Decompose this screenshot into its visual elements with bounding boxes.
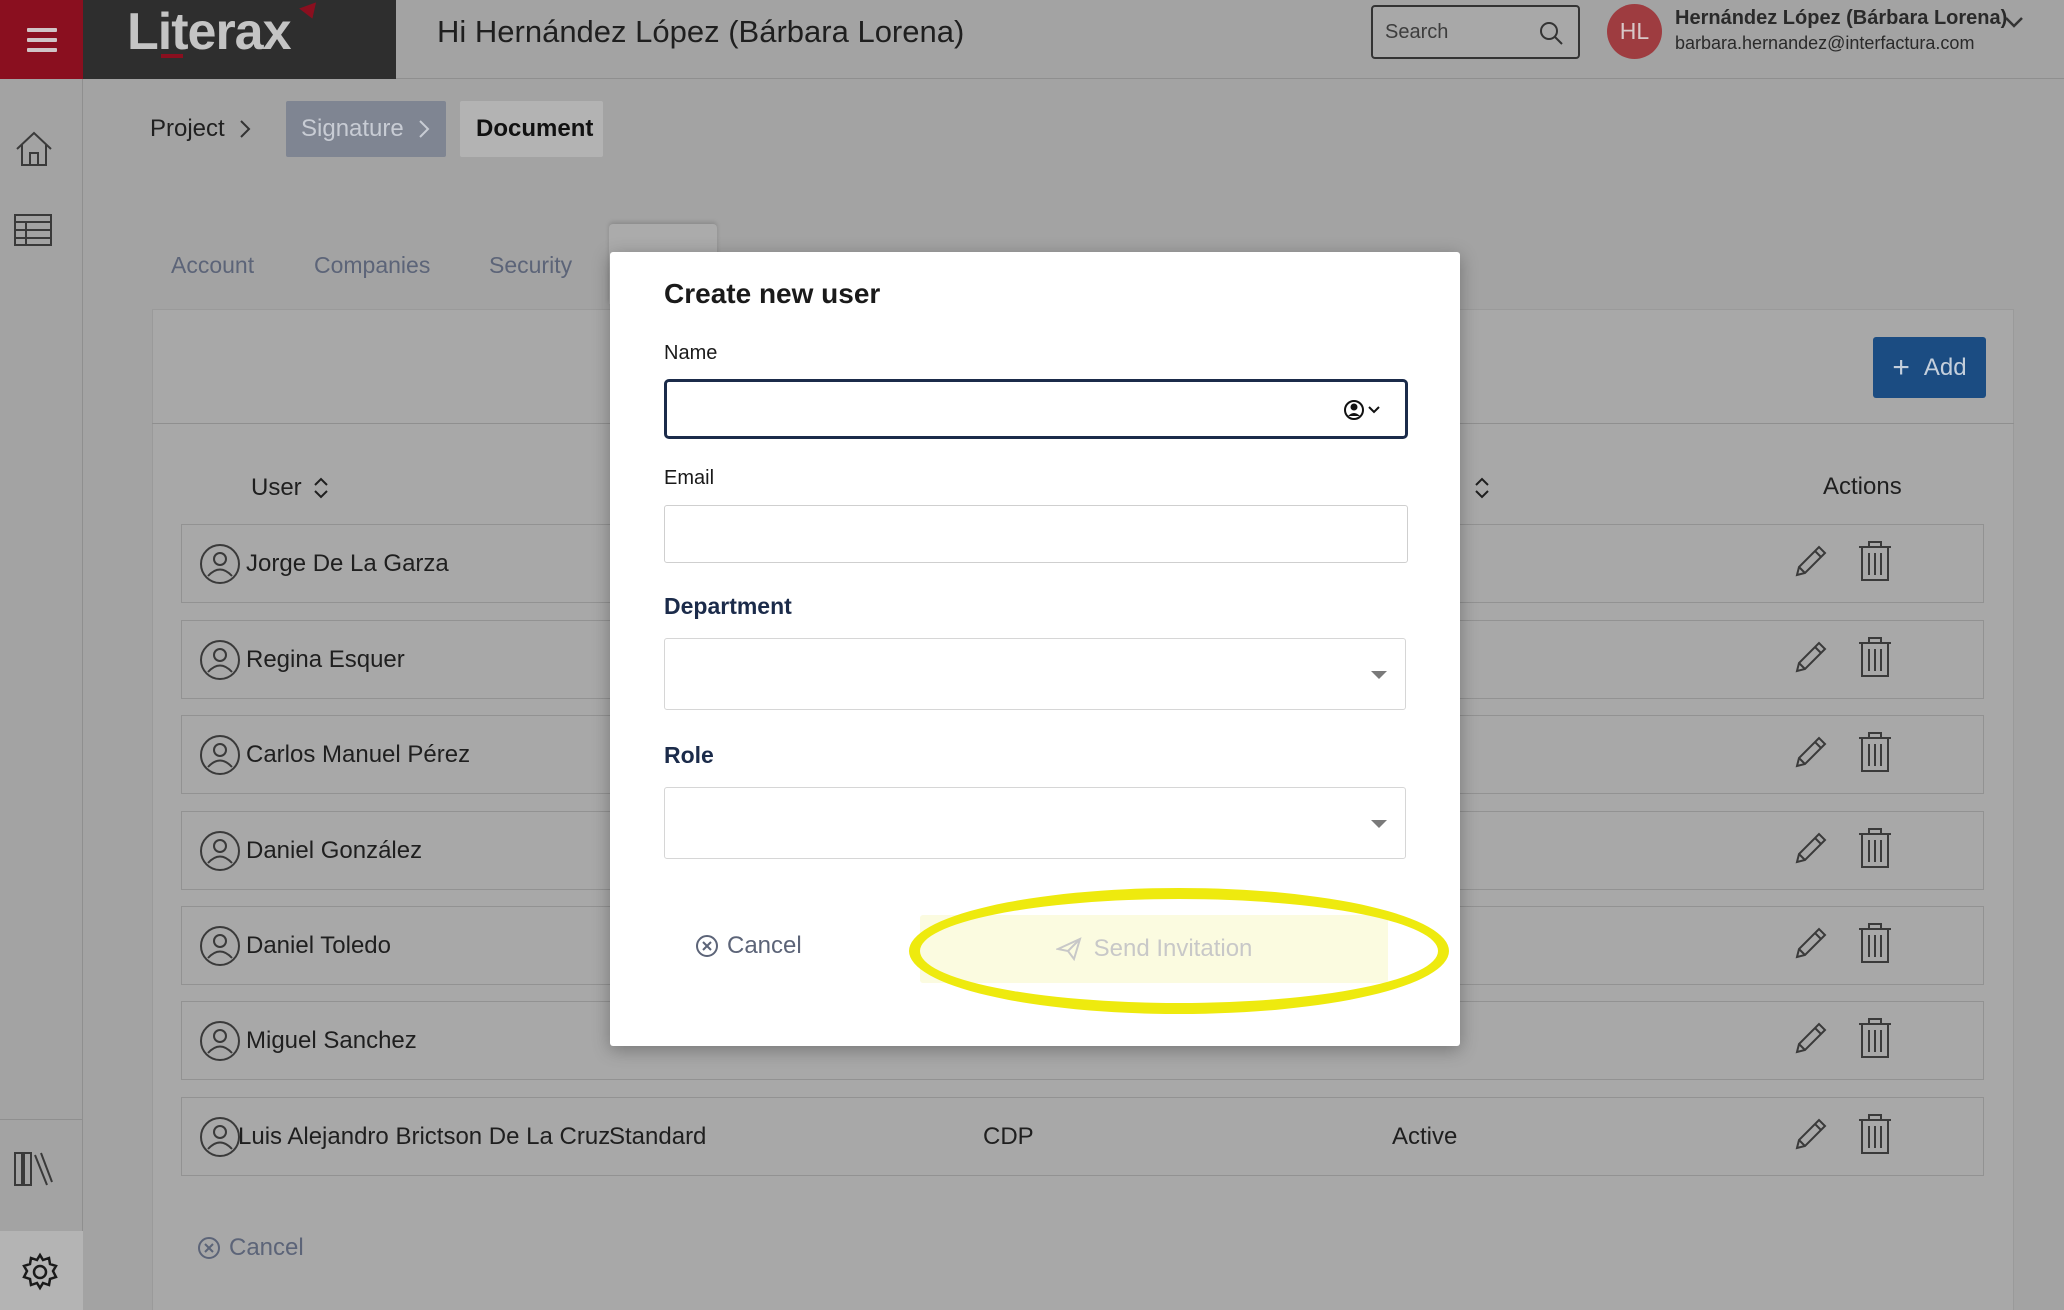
search-icon[interactable] — [1538, 20, 1564, 46]
department-label: Department — [664, 593, 792, 619]
sort-icon — [313, 477, 328, 499]
user-avatar-icon — [200, 1021, 240, 1061]
create-user-modal: Create new user Name Email Department Ro… — [610, 252, 1460, 1046]
sidebar-divider — [0, 1119, 83, 1120]
breadcrumb-document-label: Document — [476, 115, 594, 142]
pencil-icon[interactable] — [1789, 1016, 1833, 1060]
chevron-down-icon[interactable] — [2003, 14, 2025, 30]
paper-plane-icon — [1055, 937, 1082, 961]
breadcrumb-signature-label: Signature — [301, 115, 404, 142]
breadcrumb-project[interactable]: Project — [150, 101, 251, 157]
breadcrumb-signature[interactable]: Signature — [286, 101, 446, 157]
breadcrumb-project-label: Project — [150, 115, 225, 142]
tab-account[interactable]: Account — [171, 252, 254, 279]
breadcrumb-document[interactable]: Document — [460, 101, 603, 157]
send-invitation-button[interactable]: Send Invitation — [920, 915, 1388, 983]
caret-down-icon — [1371, 671, 1387, 679]
caret-down-icon — [1371, 820, 1387, 828]
column-header-user[interactable]: User — [251, 473, 330, 503]
chevron-right-icon — [239, 120, 251, 138]
pencil-icon[interactable] — [1789, 539, 1833, 583]
row-user-name: Carlos Manuel Pérez — [246, 741, 471, 768]
avatar[interactable]: HL — [1607, 4, 1662, 59]
sidebar-item-settings[interactable] — [0, 1231, 83, 1310]
tab-companies[interactable]: Companies — [314, 252, 430, 279]
gear-icon — [22, 1252, 58, 1291]
user-avatar-icon — [200, 544, 240, 584]
pencil-icon[interactable] — [1789, 635, 1833, 679]
email-field[interactable] — [664, 505, 1408, 563]
row-user-name: Daniel González — [246, 837, 423, 864]
user-email: barbara.hernandez@interfactura.com — [1675, 33, 1975, 53]
add-user-button[interactable]: + Add — [1873, 337, 1986, 398]
row-department: CDP — [983, 1123, 1034, 1150]
row-user-name: Regina Esquer — [246, 646, 405, 673]
name-label: Name — [664, 342, 718, 364]
logo[interactable]: Literax — [83, 0, 396, 79]
row-role: Standard — [609, 1123, 707, 1150]
hamburger-icon — [26, 25, 57, 55]
role-select[interactable] — [664, 787, 1406, 859]
sidebar — [0, 79, 83, 1310]
email-label: Email — [664, 467, 715, 489]
tab-security[interactable]: Security — [489, 252, 572, 279]
cancel-button-label: Cancel — [229, 1234, 304, 1261]
user-avatar-icon — [200, 640, 240, 680]
logo-mark-icon — [299, 2, 321, 22]
cancel-circle-icon — [696, 935, 718, 957]
trash-icon[interactable] — [1856, 730, 1894, 774]
send-invitation-label: Send Invitation — [1093, 935, 1253, 962]
table-row[interactable]: Luis Alejandro Brictson De La Cruz Standa… — [181, 1097, 1984, 1176]
trash-icon[interactable] — [1856, 635, 1894, 679]
email-input[interactable] — [665, 506, 1407, 562]
user-avatar-icon — [200, 831, 240, 871]
trash-icon[interactable] — [1856, 826, 1894, 870]
trash-icon[interactable] — [1856, 921, 1894, 965]
row-user-name: Miguel Sanchez — [246, 1027, 417, 1054]
menu-button[interactable] — [0, 0, 83, 79]
column-header-actions: Actions — [1823, 473, 1902, 501]
plus-icon: + — [1892, 350, 1910, 384]
role-label: Role — [664, 742, 714, 768]
trash-icon[interactable] — [1856, 539, 1894, 583]
row-user-name: Luis Alejandro Brictson De La Cruz — [238, 1123, 611, 1150]
name-field[interactable] — [664, 379, 1408, 439]
modal-cancel-button[interactable]: Cancel — [695, 932, 802, 960]
user-avatar-icon — [200, 926, 240, 966]
row-user-name: Jorge De La Garza — [246, 550, 449, 577]
chevron-right-icon — [419, 120, 430, 138]
user-avatar-icon — [200, 1117, 240, 1157]
pencil-icon[interactable] — [1789, 826, 1833, 870]
home-icon[interactable] — [12, 127, 56, 171]
column-header-actions-label: Actions — [1823, 473, 1902, 500]
row-user-name: Daniel Toledo — [246, 932, 391, 959]
column-header-user-label: User — [251, 474, 302, 501]
department-select[interactable] — [664, 638, 1406, 710]
pencil-icon[interactable] — [1789, 921, 1833, 965]
pencil-icon[interactable] — [1789, 730, 1833, 774]
search-box[interactable] — [1371, 5, 1580, 59]
cancel-circle-icon — [198, 1237, 220, 1259]
sort-icon[interactable] — [1473, 473, 1491, 503]
trash-icon[interactable] — [1856, 1112, 1894, 1156]
modal-title: Create new user — [664, 278, 881, 309]
search-input[interactable] — [1385, 21, 1535, 44]
user-name[interactable]: Hernández López (Bárbara Lorena) — [1675, 7, 2007, 30]
add-button-label: Add — [1923, 353, 1967, 381]
modal-cancel-label: Cancel — [727, 932, 802, 959]
library-icon[interactable] — [12, 1147, 56, 1191]
logo-underline — [161, 54, 183, 58]
row-status: Active — [1392, 1123, 1458, 1150]
top-bar: Literax Hi Hernández López (Bárbara Lore… — [0, 0, 2064, 79]
name-input[interactable] — [667, 382, 1405, 436]
table-icon[interactable] — [12, 207, 56, 251]
pencil-icon[interactable] — [1789, 1112, 1833, 1156]
trash-icon[interactable] — [1856, 1016, 1894, 1060]
logo-text: Literax — [127, 3, 292, 61]
greeting-text: Hi Hernández López (Bárbara Lorena) — [437, 14, 965, 49]
cancel-button[interactable]: Cancel — [197, 1234, 304, 1262]
user-circle-dropdown-icon[interactable] — [1343, 398, 1383, 422]
user-avatar-icon — [200, 735, 240, 775]
